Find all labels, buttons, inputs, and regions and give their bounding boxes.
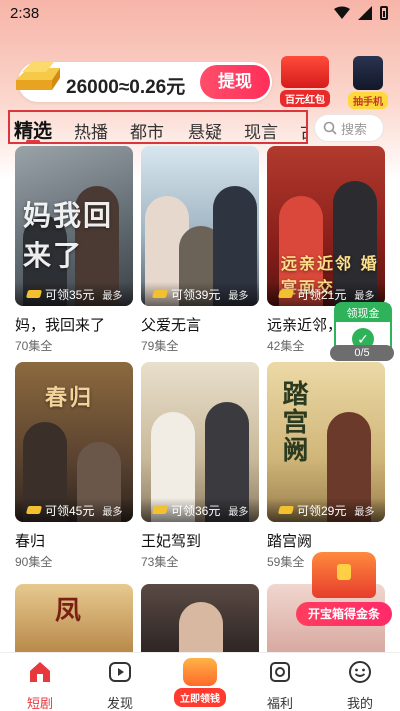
nav-discover[interactable]: 发现 — [90, 659, 150, 711]
drama-card[interactable]: 可领36元 最多 王妃驾到 73集全 — [141, 362, 259, 570]
drama-card[interactable]: 春归 可领45元 最多 春归 90集全 — [15, 362, 133, 570]
status-time: 2:38 — [10, 5, 40, 22]
gold-chip-icon — [151, 290, 169, 298]
reward-badge: 可领29元 最多 — [267, 498, 385, 522]
drama-card[interactable]: 妈我回来了 可领35元 最多 妈，我回来了 70集全 — [15, 146, 133, 354]
withdraw-button[interactable]: 提现 — [200, 65, 270, 99]
signal-icon — [358, 6, 372, 20]
drama-card[interactable]: 踏宫阙 可领29元 最多 踏宫阙 59集全 — [267, 362, 385, 570]
smiley-icon — [349, 661, 371, 683]
active-tab-indicator — [26, 140, 40, 142]
home-icon — [30, 662, 50, 682]
drama-title: 踏宫阙 — [267, 533, 313, 550]
reward-suffix: 最多 — [228, 506, 249, 518]
reward-amount: 可领29元 — [297, 503, 347, 518]
drama-poster[interactable]: 远亲近邻 婚宴面交 可领21元 最多 — [267, 146, 385, 306]
status-bar: 2:38 — [0, 0, 400, 28]
drama-poster[interactable]: 可领39元 最多 — [141, 146, 259, 306]
treasure-chest-icon[interactable] — [312, 552, 376, 598]
reward-amount: 可领36元 — [171, 503, 221, 518]
gold-bar-icon — [16, 62, 60, 90]
drama-title: 王妃驾到 — [141, 533, 202, 550]
red-packet-icon — [281, 56, 329, 88]
play-icon — [109, 662, 131, 682]
reward-badge: 可领39元 最多 — [141, 282, 259, 306]
claim-cash-label: 领现金 — [336, 304, 390, 322]
drama-episodes: 90集全 — [15, 555, 53, 569]
drama-card[interactable] — [141, 584, 259, 652]
reward-amount: 可领39元 — [171, 287, 221, 302]
poster-figure — [179, 602, 223, 652]
poster-title-art: 春归 — [45, 385, 94, 411]
gold-chip-icon — [25, 506, 43, 514]
drama-poster[interactable] — [141, 584, 259, 652]
phone-icon — [353, 56, 383, 90]
drama-poster[interactable]: 踏宫阙 可领29元 最多 — [267, 362, 385, 522]
nav-short-drama[interactable]: 短剧 — [10, 659, 70, 711]
drama-card[interactable]: 可领39元 最多 父爱无言 79集全 — [141, 146, 259, 354]
poster-title-art: 妈我回来了 — [23, 199, 114, 272]
coin-balance-text: 26000≈0.26元 — [66, 77, 186, 98]
drama-episodes: 70集全 — [15, 339, 53, 353]
reward-badge: 可领35元 最多 — [15, 282, 133, 306]
poster-title-art: 凤 — [55, 596, 84, 626]
phone-lottery-promo[interactable]: 抽手机 — [340, 56, 396, 110]
gold-chip-icon — [277, 506, 295, 514]
reward-suffix: 最多 — [102, 506, 123, 518]
reward-suffix: 最多 — [228, 290, 249, 302]
drama-poster[interactable]: 凤 — [15, 584, 133, 652]
drama-title: 妈，我回来了 — [15, 317, 106, 334]
drama-title: 父爱无言 — [141, 317, 202, 334]
open-treasure-button[interactable]: 开宝箱得金条 — [296, 602, 392, 626]
drama-episodes: 79集全 — [141, 339, 179, 353]
reward-badge: 可领36元 最多 — [141, 498, 259, 522]
red-packet-promo[interactable]: 百元红包 — [277, 56, 333, 108]
reward-amount: 可领35元 — [45, 287, 95, 302]
tab-modern-romance[interactable]: 现言 — [244, 118, 278, 142]
nav-label: 发现 — [106, 696, 133, 711]
tab-featured[interactable]: 精选 — [14, 116, 52, 142]
drama-episodes: 73集全 — [141, 555, 179, 569]
search-placeholder: 搜索 — [341, 121, 368, 137]
gift-icon — [270, 662, 290, 682]
gold-chip-icon — [151, 506, 169, 514]
poster-title-art: 踏宫阙 — [278, 380, 308, 464]
tab-hot[interactable]: 热播 — [74, 118, 108, 142]
gold-chip-icon — [25, 290, 43, 298]
status-icons — [334, 6, 388, 20]
wifi-icon — [334, 6, 350, 19]
reward-suffix: 最多 — [102, 290, 123, 302]
reward-suffix: 最多 — [354, 506, 375, 518]
drama-poster[interactable]: 春归 可领45元 最多 — [15, 362, 133, 522]
nav-label: 福利 — [266, 696, 293, 711]
phone-lottery-label: 抽手机 — [348, 92, 388, 109]
nav-label: 我的 — [346, 696, 373, 711]
money-bag-icon — [183, 658, 217, 686]
tab-ancient[interactable]: 古 — [300, 118, 306, 142]
drama-poster[interactable]: 妈我回来了 可领35元 最多 — [15, 146, 133, 306]
nav-benefits[interactable]: 福利 — [250, 659, 310, 711]
reward-badge: 可领45元 最多 — [15, 498, 133, 522]
tab-suspense[interactable]: 悬疑 — [188, 118, 222, 142]
nav-center-label: 立即领钱 — [174, 688, 226, 707]
nav-profile[interactable]: 我的 — [330, 659, 390, 711]
drama-card[interactable]: 凤 — [15, 584, 133, 652]
nav-claim-money[interactable]: 立即领钱 — [172, 658, 228, 707]
reward-suffix: 最多 — [354, 290, 375, 302]
red-packet-label: 百元红包 — [280, 90, 330, 107]
category-tabs: 精选 热播 都市 悬疑 现言 古 — [8, 110, 308, 144]
reward-amount: 可领21元 — [297, 287, 347, 302]
nav-label: 短剧 — [26, 696, 53, 711]
claim-progress: 0/5 — [330, 345, 394, 361]
drama-title: 春归 — [15, 533, 46, 550]
search-icon — [323, 121, 337, 135]
reward-amount: 可领45元 — [45, 503, 95, 518]
gold-chip-icon — [277, 290, 295, 298]
battery-icon — [380, 6, 388, 20]
search-input[interactable]: 搜索 — [314, 114, 384, 142]
drama-poster[interactable]: 可领36元 最多 — [141, 362, 259, 522]
tab-urban[interactable]: 都市 — [130, 118, 164, 142]
